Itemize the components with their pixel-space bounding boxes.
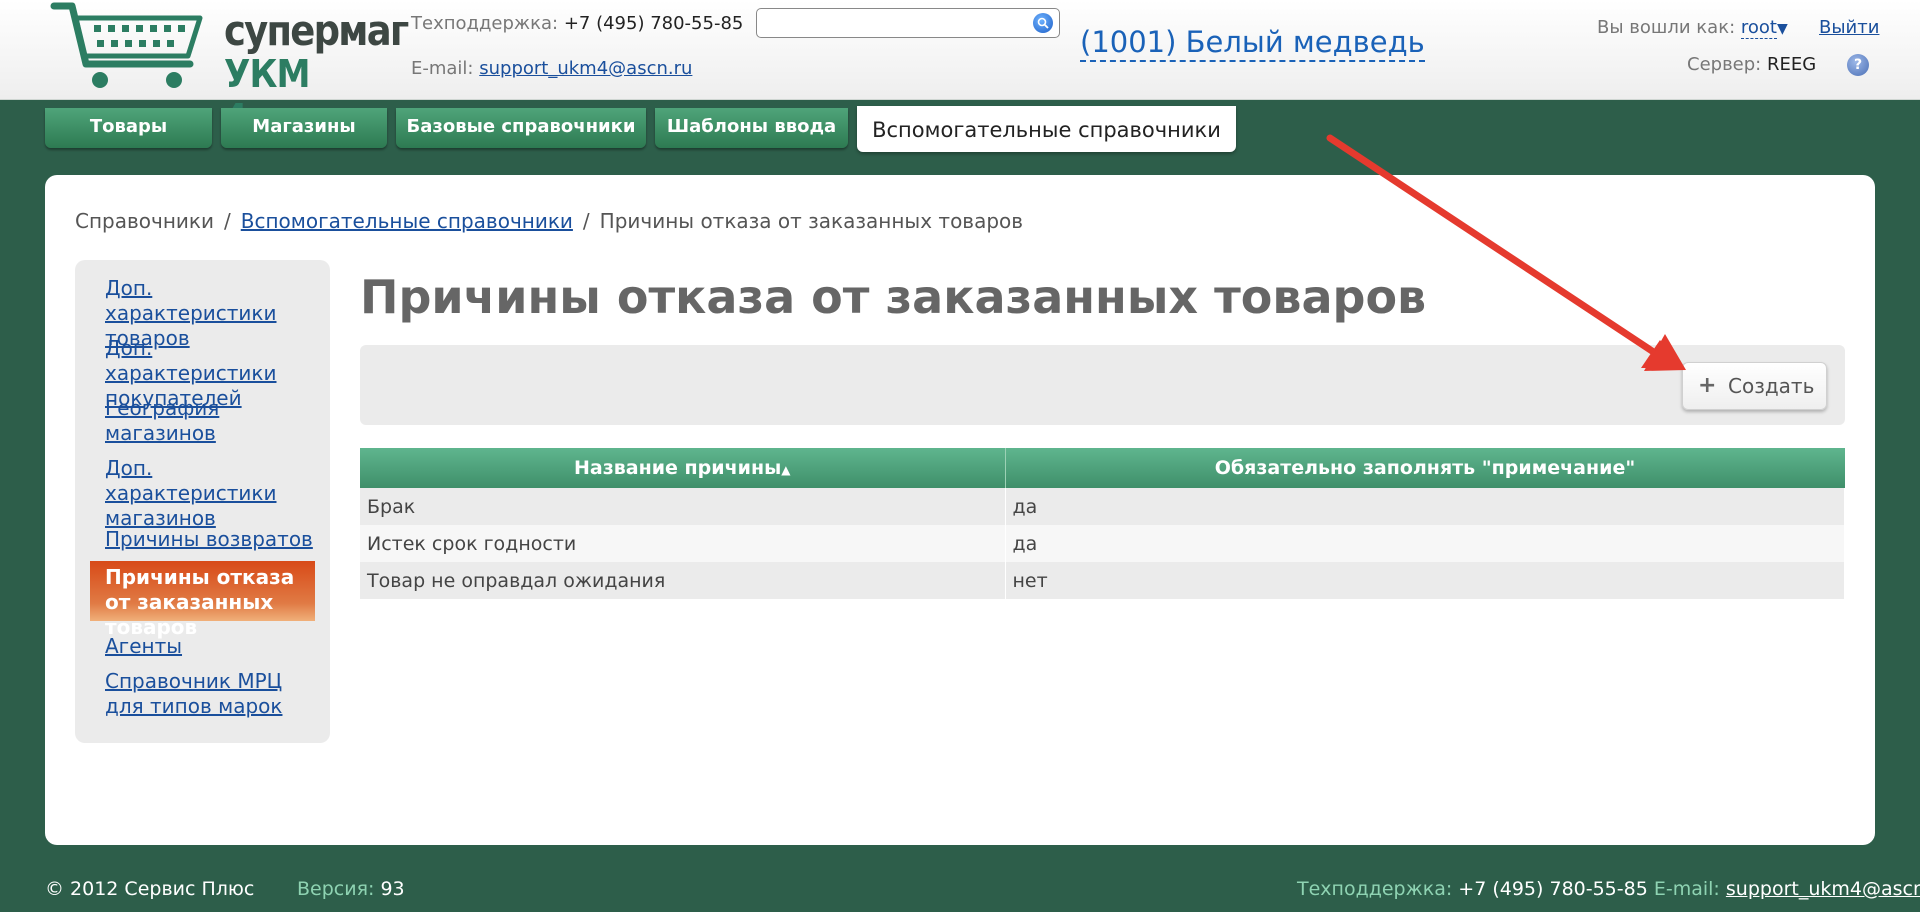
header-support-phone: +7 (495) 780-55-85 <box>563 13 744 34</box>
plus-icon: + <box>1698 373 1717 398</box>
create-button[interactable]: + Создать <box>1682 362 1827 410</box>
column-header-name[interactable]: Название причины▲ <box>360 448 1006 488</box>
footer-support-label: Техподдержка: <box>1297 878 1453 900</box>
table-row[interactable]: Истек срок годности да <box>360 525 1845 562</box>
column-header-name-label: Название причины <box>574 457 782 479</box>
cell-name: Брак <box>360 488 1006 525</box>
toolbar <box>360 345 1845 425</box>
breadcrumb: Справочники / Вспомогательные справочники /… <box>75 209 1024 233</box>
footer-version-value: 93 <box>380 878 405 900</box>
tab-goods[interactable]: Товары <box>45 108 212 148</box>
cell-required: да <box>1005 488 1845 525</box>
search-input[interactable] <box>763 12 1023 34</box>
logo-title: супермаг <box>224 6 409 55</box>
header-email: E-mail: support_ukm4@ascn.ru <box>411 58 692 79</box>
server-info: Сервер: REEG <box>1687 54 1816 75</box>
sidebar-item-order-refusal-reasons[interactable]: Причины отказа от заказанных товаров <box>90 561 315 639</box>
server-value: REEG <box>1766 54 1817 75</box>
logout-link[interactable]: Выйти <box>1819 17 1879 38</box>
logged-in-label: Вы вошли как: <box>1597 17 1736 38</box>
breadcrumb-current: Причины отказа от заказанных товаров <box>599 209 1024 233</box>
sidebar-item-store-characteristics[interactable]: Доп. характеристики магазинов <box>105 456 325 531</box>
sort-asc-icon: ▲ <box>781 463 791 477</box>
tab-input-templates[interactable]: Шаблоны ввода <box>655 108 848 148</box>
breadcrumb-parent-link[interactable]: Вспомогательные справочники <box>241 209 573 233</box>
search-icon <box>1037 17 1049 29</box>
footer-support-phone: +7 (495) 780-55-85 <box>1458 878 1648 900</box>
create-button-label: Создать <box>1728 374 1815 398</box>
tab-auxiliary-references[interactable]: Вспомогательные справочники <box>857 106 1236 152</box>
table-row[interactable]: Брак да <box>360 488 1845 525</box>
header-support: Техподдержка: +7 (495) 780-55-85 <box>411 13 743 34</box>
cell-required: нет <box>1005 562 1845 599</box>
sidebar-item-agents[interactable]: Агенты <box>105 634 325 659</box>
footer-copyright: © 2012 Сервис Плюс <box>45 878 255 900</box>
logo[interactable]: супермаг УКМ 4 <box>50 2 409 140</box>
cart-logo-icon <box>50 2 203 88</box>
cell-name: Истек срок годности <box>360 525 1006 562</box>
table-row[interactable]: Товар не оправдал ожидания нет <box>360 562 1845 599</box>
reasons-table: Название причины▲ Обязательно заполнять … <box>360 448 1845 599</box>
tab-base-references[interactable]: Базовые справочники <box>396 108 646 148</box>
chevron-down-icon[interactable]: ▼ <box>1777 21 1788 37</box>
footer-email-link[interactable]: support_ukm4@ascn.ru <box>1726 878 1920 900</box>
tab-stores[interactable]: Магазины <box>221 108 387 148</box>
footer-email-label: E-mail: <box>1653 878 1720 900</box>
footer-support: Техподдержка: +7 (495) 780-55-85 E-mail:… <box>1297 878 1920 900</box>
header-email-link[interactable]: support_ukm4@ascn.ru <box>479 58 692 79</box>
cell-name: Товар не оправдал ожидания <box>360 562 1006 599</box>
column-header-note-required[interactable]: Обязательно заполнять "примечание" <box>1005 448 1845 488</box>
sidebar-item-mrc-reference[interactable]: Справочник МРЦ для типов марок <box>105 669 285 719</box>
breadcrumb-root: Справочники <box>75 209 214 233</box>
header: супермаг УКМ 4 Техподдержка: +7 (495) 78… <box>0 0 1920 140</box>
header-email-label: E-mail: <box>411 58 474 79</box>
footer-version-label: Версия: <box>297 878 375 900</box>
table-header-row: Название причины▲ Обязательно заполнять … <box>360 448 1845 488</box>
sidebar-item-return-reasons[interactable]: Причины возвратов <box>105 527 325 552</box>
sidebar-item-store-geography[interactable]: География магазинов <box>105 396 245 446</box>
header-support-label: Техподдержка: <box>411 13 559 34</box>
search-box <box>756 8 1060 38</box>
user-menu[interactable]: root <box>1740 17 1777 39</box>
footer-version: Версия: 93 <box>297 878 405 900</box>
logged-in-info: Вы вошли как: root▼ <box>1597 17 1788 39</box>
cell-required: да <box>1005 525 1845 562</box>
help-icon[interactable]: ? <box>1847 54 1869 76</box>
search-button[interactable] <box>1033 13 1053 33</box>
server-label: Сервер: <box>1687 54 1762 75</box>
store-selector-link[interactable]: (1001) Белый медведь <box>1080 24 1425 62</box>
page-title: Причины отказа от заказанных товаров <box>360 270 1427 324</box>
